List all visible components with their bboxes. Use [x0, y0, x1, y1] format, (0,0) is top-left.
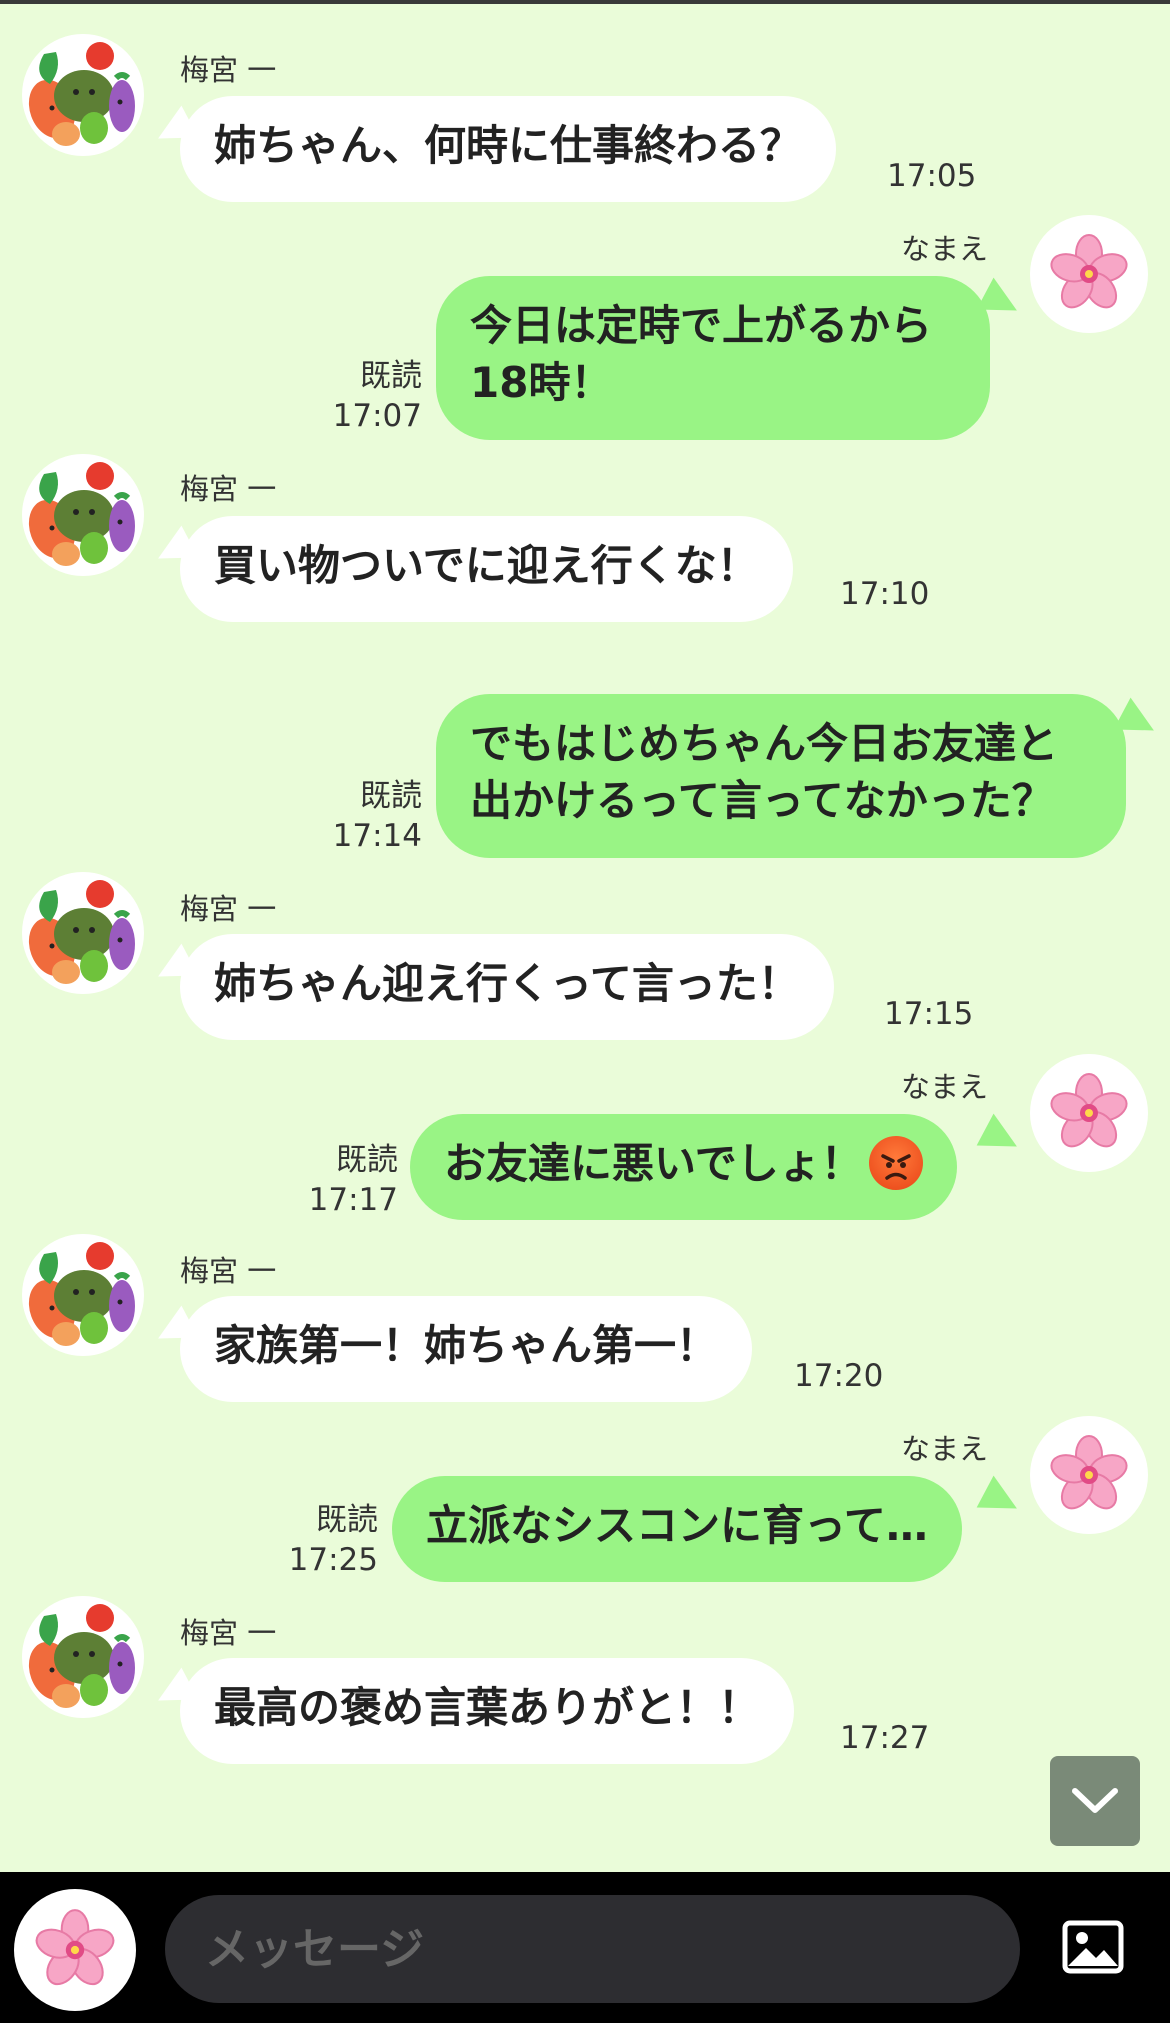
message-time: 17:14 — [332, 818, 422, 854]
message-bubble[interactable]: 立派なシスコンに育って… — [392, 1476, 962, 1582]
sender-name: 梅宮 一 — [180, 1616, 277, 1650]
own-avatar[interactable] — [1030, 1054, 1148, 1172]
message-bubble[interactable]: 姉ちゃん迎え行くって言った！ — [180, 934, 834, 1040]
cherry-blossom-icon — [1046, 1073, 1132, 1154]
own-name: なまえ — [900, 1070, 988, 1104]
message-time: 17:07 — [332, 398, 422, 434]
message-bubble[interactable]: お友達に悪いでしょ！ — [410, 1114, 957, 1220]
image-button[interactable] — [1062, 1920, 1124, 1974]
image-icon — [1062, 1920, 1124, 1974]
own-name: なまえ — [900, 1432, 988, 1466]
message-time: 17:17 — [308, 1182, 398, 1218]
contact-avatar[interactable] — [22, 872, 144, 994]
vegetables-icon — [22, 34, 144, 156]
vegetables-icon — [22, 454, 144, 576]
message-text: お友達に悪いでしょ！ — [444, 1139, 863, 1188]
message-line: 出かけるって言ってなかった？ — [470, 776, 1054, 825]
angry-face-icon — [868, 1135, 923, 1190]
message-bubble[interactable]: 最高の褒め言葉ありがと！！ — [180, 1658, 795, 1764]
own-name: なまえ — [900, 232, 988, 266]
contact-avatar[interactable] — [22, 1596, 144, 1718]
read-label: 既読 — [360, 358, 422, 394]
message-time: 17:15 — [884, 996, 974, 1032]
chevron-down-icon — [1072, 1788, 1118, 1813]
input-bar — [0, 1872, 1170, 2023]
scroll-to-bottom-button[interactable] — [1050, 1756, 1140, 1846]
contact-avatar[interactable] — [22, 34, 144, 156]
message-line: 今日は定時で上がるから — [470, 301, 933, 350]
cherry-blossom-icon — [31, 1909, 119, 1992]
vegetables-icon — [22, 872, 144, 994]
message-time: 17:10 — [840, 576, 930, 612]
vegetables-icon — [22, 1596, 144, 1718]
read-receipt: 既読 17:17 — [300, 1140, 398, 1220]
message-line: でもはじめちゃん今日お友達と — [470, 719, 1059, 768]
own-avatar-button[interactable] — [14, 1889, 136, 2011]
chat-area[interactable]: 梅宮 一 姉ちゃん、何時に仕事終わる？ 17:05 なまえ 今日は定時で上がるか… — [0, 4, 1170, 1872]
read-label: 既読 — [336, 1142, 398, 1178]
message-input[interactable] — [165, 1895, 1020, 2003]
vegetables-icon — [22, 1234, 144, 1356]
message-time: 17:05 — [887, 158, 977, 194]
sender-name: 梅宮 一 — [180, 53, 277, 87]
read-label: 既読 — [360, 778, 422, 814]
sender-name: 梅宮 一 — [180, 1254, 277, 1288]
read-receipt: 既読 17:25 — [260, 1500, 378, 1580]
read-label: 既読 — [316, 1502, 378, 1538]
contact-avatar[interactable] — [22, 454, 144, 576]
cherry-blossom-icon — [1046, 234, 1132, 315]
read-receipt: 既読 17:14 — [300, 776, 422, 856]
message-line: 18時！ — [470, 358, 613, 407]
contact-avatar[interactable] — [22, 1234, 144, 1356]
sender-name: 梅宮 一 — [180, 892, 277, 926]
sender-name: 梅宮 一 — [180, 472, 277, 506]
own-avatar[interactable] — [1030, 1416, 1148, 1534]
own-avatar[interactable] — [1030, 215, 1148, 333]
message-bubble[interactable]: 姉ちゃん、何時に仕事終わる？ — [180, 96, 837, 202]
message-bubble[interactable]: 買い物ついでに迎え行くな！ — [180, 516, 793, 622]
read-receipt: 既読 17:07 — [300, 356, 422, 436]
message-time: 17:25 — [288, 1542, 378, 1578]
message-time: 17:20 — [794, 1358, 884, 1394]
message-time: 17:27 — [840, 1720, 930, 1756]
cherry-blossom-icon — [1046, 1435, 1132, 1516]
message-bubble[interactable]: でもはじめちゃん今日お友達と 出かけるって言ってなかった？ — [436, 694, 1126, 858]
message-bubble[interactable]: 家族第一！姉ちゃん第一！ — [180, 1296, 753, 1402]
message-bubble[interactable]: 今日は定時で上がるから 18時！ — [436, 276, 990, 440]
